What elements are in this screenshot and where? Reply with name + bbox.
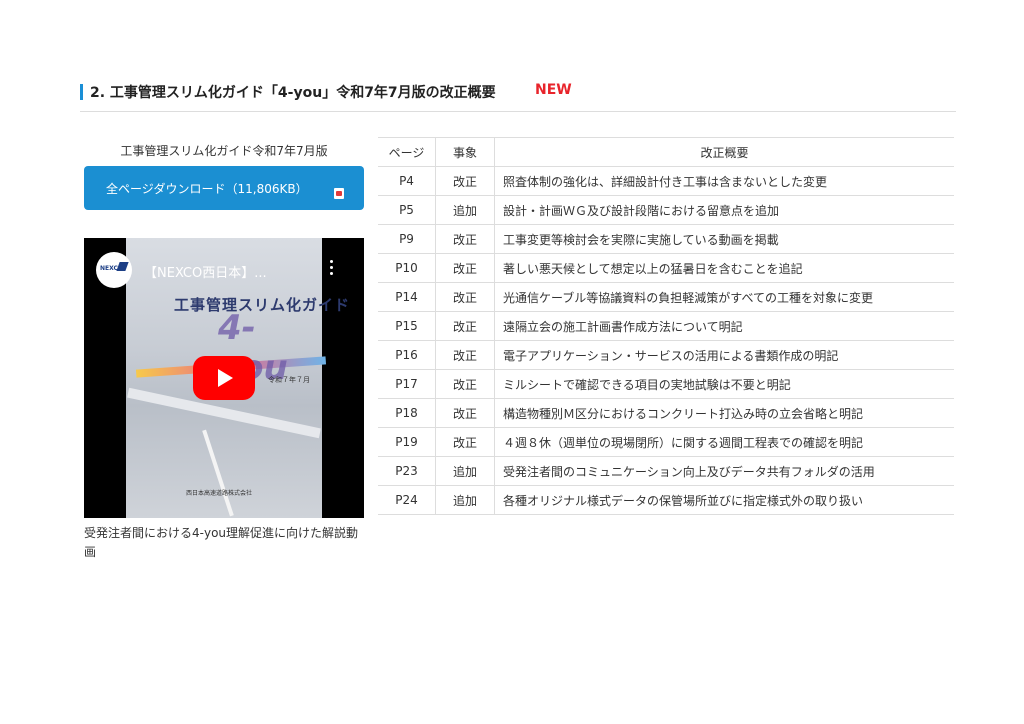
row-page: P5 [378, 195, 436, 225]
row-page: P18 [378, 398, 436, 428]
row-type: 改正 [435, 282, 495, 312]
thumbnail-lane-graphic [202, 429, 234, 517]
table-row: P9 改正 工事変更等検討会を実際に実施している動画を掲載 [378, 224, 954, 254]
table-row: P15 改正 遠隔立会の施工計画書作成方法について明記 [378, 311, 954, 341]
revision-table: ページ 事象 改正概要 P4 改正 照査体制の強化は、詳細設計付き工事は含まない… [378, 137, 954, 515]
row-type: 改正 [435, 340, 495, 370]
table-row: P17 改正 ミルシートで確認できる項目の実地試験は不要と明記 [378, 369, 954, 399]
table-row: P19 改正 ４週８休（週単位の現場閉所）に関する週間工程表での確認を明記 [378, 427, 954, 457]
row-summary: 工事変更等検討会を実際に実施している動画を掲載 [494, 224, 954, 254]
row-summary: 著しい悪天候として想定以上の猛暑日を含むことを追記 [494, 253, 954, 283]
row-type: 改正 [435, 311, 495, 341]
row-type: 追加 [435, 456, 495, 486]
row-summary: 受発注者間のコミュニケーション向上及びデータ共有フォルダの活用 [494, 456, 954, 486]
row-summary: 設計・計画ＷＧ及び設計段階における留意点を追加 [494, 195, 954, 225]
video-title[interactable]: 【NEXCO西日本】... [144, 262, 267, 281]
row-page: P16 [378, 340, 436, 370]
table-row: P5 追加 設計・計画ＷＧ及び設計段階における留意点を追加 [378, 195, 954, 225]
row-type: 改正 [435, 369, 495, 399]
header-type: 事象 [435, 137, 495, 167]
guide-title: 工事管理スリム化ガイド令和7年7月版 [120, 144, 328, 158]
row-type: 改正 [435, 253, 495, 283]
row-type: 改正 [435, 224, 495, 254]
row-page: P23 [378, 456, 436, 486]
section-title: 2. 工事管理スリム化ガイド「4-you」令和7年7月版の改正概要 [90, 85, 496, 101]
table-row: P4 改正 照査体制の強化は、詳細設計付き工事は含まないとした変更 [378, 166, 954, 196]
table-row: P10 改正 著しい悪天候として想定以上の猛暑日を含むことを追記 [378, 253, 954, 283]
row-summary: 照査体制の強化は、詳細設計付き工事は含まないとした変更 [494, 166, 954, 196]
thumbnail-date: 令和７年７月 [268, 376, 310, 384]
row-page: P24 [378, 485, 436, 515]
row-summary: ４週８休（週単位の現場閉所）に関する週間工程表での確認を明記 [494, 427, 954, 457]
download-button-label: 全ページダウンロード（11,806KB） [106, 182, 308, 196]
table-row: P24 追加 各種オリジナル様式データの保管場所並びに指定様式外の取り扱い [378, 485, 954, 515]
youtube-play-icon[interactable] [193, 356, 255, 400]
row-summary: 各種オリジナル様式データの保管場所並びに指定様式外の取り扱い [494, 485, 954, 515]
table-row: P23 追加 受発注者間のコミュニケーション向上及びデータ共有フォルダの活用 [378, 456, 954, 486]
row-page: P10 [378, 253, 436, 283]
heading-accent-bar [80, 84, 83, 100]
row-type: 改正 [435, 166, 495, 196]
pdf-icon [334, 188, 344, 199]
table-row: P14 改正 光通信ケーブル等協議資料の負担軽減策がすべての工種を対象に変更 [378, 282, 954, 312]
row-type: 改正 [435, 398, 495, 428]
table-row: P16 改正 電子アプリケーション・サービスの活用による書類作成の明記 [378, 340, 954, 370]
row-type: 追加 [435, 485, 495, 515]
row-summary: 遠隔立会の施工計画書作成方法について明記 [494, 311, 954, 341]
new-badge: NEW [535, 82, 572, 98]
thumbnail-company: 西日本高速道路株式会社 [186, 490, 253, 497]
row-summary: ミルシートで確認できる項目の実地試験は不要と明記 [494, 369, 954, 399]
section-heading: 2. 工事管理スリム化ガイド「4-you」令和7年7月版の改正概要 NEW [80, 81, 956, 112]
row-summary: 構造物種別Ｍ区分におけるコンクリート打込み時の立会省略と明記 [494, 398, 954, 428]
row-page: P19 [378, 427, 436, 457]
row-summary: 光通信ケーブル等協議資料の負担軽減策がすべての工種を対象に変更 [494, 282, 954, 312]
row-page: P4 [378, 166, 436, 196]
youtube-video-embed[interactable]: 工事管理スリム化ガイド 4-you 令和７年７月 西日本高速道路株式会社 NEX… [84, 238, 364, 518]
row-summary: 電子アプリケーション・サービスの活用による書類作成の明記 [494, 340, 954, 370]
row-type: 改正 [435, 427, 495, 457]
row-page: P14 [378, 282, 436, 312]
table-header-row: ページ 事象 改正概要 [378, 137, 954, 167]
row-page: P17 [378, 369, 436, 399]
header-summary: 改正概要 [494, 137, 954, 167]
header-page: ページ [378, 137, 436, 167]
more-vert-icon[interactable] [330, 260, 334, 278]
nexco-logo-icon [116, 262, 129, 271]
video-caption: 受発注者間における4-you理解促進に向けた解説動画 [84, 526, 359, 559]
download-all-button[interactable]: 全ページダウンロード（11,806KB） [84, 166, 364, 210]
channel-avatar[interactable]: NEXCO [96, 252, 132, 288]
row-type: 追加 [435, 195, 495, 225]
table-row: P18 改正 構造物種別Ｍ区分におけるコンクリート打込み時の立会省略と明記 [378, 398, 954, 428]
row-page: P15 [378, 311, 436, 341]
row-page: P9 [378, 224, 436, 254]
